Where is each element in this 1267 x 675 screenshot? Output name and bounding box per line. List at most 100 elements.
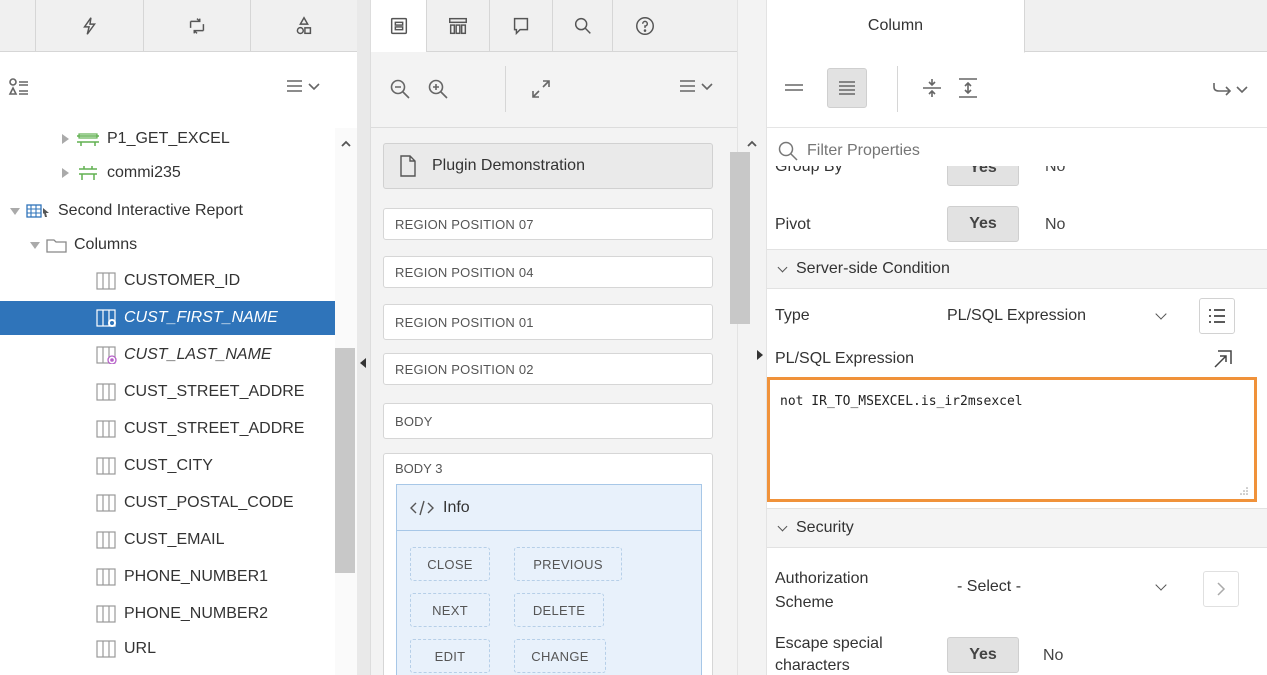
list-of-values-button[interactable] (1199, 298, 1235, 334)
tab-messages[interactable] (490, 0, 553, 51)
sort-button[interactable] (8, 76, 30, 98)
show-common-button[interactable] (783, 78, 805, 98)
tree-item-column[interactable]: CUST_STREET_ADDRE (0, 412, 340, 446)
close-button[interactable]: CLOSE (410, 547, 490, 581)
tree-item-column[interactable]: PHONE_NUMBER1 (0, 560, 340, 594)
pivot-no-button[interactable]: No (1045, 216, 1065, 234)
zoom-in-button[interactable] (427, 78, 449, 100)
go-to-group-button[interactable] (1211, 80, 1249, 98)
escape-yes-button[interactable]: Yes (947, 637, 1019, 673)
menu-lines-icon (680, 80, 695, 92)
tree-item-p1-get-excel[interactable]: P1_GET_EXCEL (62, 122, 230, 156)
tree-item-label: CUST_STREET_ADDRE (124, 420, 305, 437)
expand-arrow-icon[interactable] (62, 134, 69, 144)
tab-processing[interactable] (144, 0, 251, 51)
plugin-region[interactable]: Plugin Demonstration (383, 143, 713, 189)
mid-scrollbar[interactable] (730, 0, 767, 675)
expand-arrow-icon[interactable] (62, 168, 69, 178)
region-label: BODY 3 (395, 461, 443, 476)
next-button[interactable]: NEXT (410, 593, 490, 627)
region-body[interactable]: BODY (383, 403, 713, 439)
collapse-left-icon[interactable] (360, 358, 366, 368)
authorization-scheme-select[interactable]: - Select - (957, 578, 1169, 600)
edit-button[interactable]: EDIT (410, 639, 490, 673)
region-position-01[interactable]: REGION POSITION 01 (383, 304, 713, 340)
column-condition-icon (96, 346, 117, 364)
expand-right-icon[interactable] (757, 350, 763, 360)
tab-column[interactable]: Column (767, 0, 1025, 53)
button-label: No (1043, 647, 1064, 664)
help-icon (636, 16, 654, 35)
tree-menu-button[interactable] (286, 78, 321, 94)
info-region[interactable]: Info CLOSE PREVIOUS NEXT DELETE EDIT CHA… (396, 484, 702, 675)
tab-component-view[interactable] (427, 0, 490, 51)
layout-pane: Plugin Demonstration REGION POSITION 07 … (370, 0, 737, 675)
tree-item-column-selected[interactable]: CUST_FIRST_NAME (0, 301, 340, 335)
open-code-editor-icon[interactable] (1212, 348, 1234, 370)
resize-handle-icon[interactable] (1239, 486, 1249, 496)
page-icon (400, 155, 416, 177)
region-position-02[interactable]: REGION POSITION 02 (383, 353, 713, 385)
button-label: No (1045, 166, 1066, 175)
tree-item-column[interactable]: CUST_LAST_NAME (0, 338, 340, 372)
tree-item-column[interactable]: URL (0, 632, 340, 666)
column-icon (96, 568, 116, 586)
collapse-arrow-icon[interactable] (10, 207, 20, 215)
tree-scrollbar[interactable] (335, 128, 357, 675)
tree-item-column[interactable]: CUST_EMAIL (0, 523, 340, 557)
right-toolbar (767, 52, 1267, 128)
tab-dynamic-actions[interactable] (36, 0, 144, 51)
tree-scrollbar-thumb[interactable] (335, 348, 355, 573)
plsql-expression-editor[interactable]: not IR_TO_MSEXCEL.is_ir2msexcel (767, 377, 1257, 502)
zoom-out-button[interactable] (389, 78, 411, 100)
tree-item-second-interactive-report[interactable]: Second Interactive Report (10, 194, 243, 228)
section-security[interactable]: Security (767, 508, 1267, 548)
tree-item-label: CUST_STREET_ADDRE (124, 383, 305, 400)
tree-item-column[interactable]: CUSTOMER_ID (0, 264, 340, 298)
gallery-icon (449, 17, 467, 34)
tree-item-column[interactable]: CUST_CITY (0, 449, 340, 483)
expand-all-button[interactable] (957, 76, 979, 100)
pivot-yes-button[interactable]: Yes (947, 206, 1019, 242)
tree-item-label: CUSTOMER_ID (124, 272, 241, 289)
show-all-button[interactable] (827, 68, 867, 108)
tree-item-commi235[interactable]: commi235 (62, 156, 181, 190)
collapse-arrow-icon[interactable] (30, 241, 40, 249)
tree-item-columns[interactable]: Columns (30, 228, 137, 262)
shared-components-icon (296, 15, 312, 34)
mid-scrollbar-thumb[interactable] (730, 152, 750, 324)
expand-button[interactable] (529, 77, 553, 101)
tree-item-column[interactable]: CUST_STREET_ADDRE (0, 375, 340, 409)
region-position-04[interactable]: REGION POSITION 04 (383, 256, 713, 288)
filter-properties-input[interactable] (807, 142, 1107, 160)
column-icon (96, 383, 116, 401)
delete-button[interactable]: DELETE (514, 593, 604, 627)
group-by-no-button[interactable]: No (1045, 166, 1065, 176)
region-body-3[interactable]: BODY 3 Info CLOSE PREVIOUS NEXT DELETE E… (383, 453, 713, 675)
left-toolbar (0, 52, 357, 128)
tree-item-column[interactable]: PHONE_NUMBER2 (0, 597, 340, 631)
collapse-all-button[interactable] (921, 76, 943, 100)
region-position-07[interactable]: REGION POSITION 07 (383, 208, 713, 240)
tree-item-column[interactable]: CUST_POSTAL_CODE (0, 486, 340, 520)
left-splitter[interactable] (357, 0, 370, 675)
tab-search[interactable] (553, 0, 613, 51)
change-button[interactable]: CHANGE (514, 639, 606, 673)
escape-no-button[interactable]: No (1043, 647, 1063, 665)
type-select[interactable]: PL/SQL Expression (947, 307, 1167, 329)
tab-layout[interactable] (371, 0, 427, 53)
button-label: Yes (969, 215, 997, 232)
button-label: Yes (969, 646, 997, 663)
authorization-go-button[interactable] (1203, 571, 1239, 607)
previous-button[interactable]: PREVIOUS (514, 547, 622, 581)
layout-menu-button[interactable] (679, 78, 714, 94)
group-by-yes-button[interactable]: Yes (947, 166, 1019, 186)
button-label: CLOSE (427, 556, 473, 572)
lines-icon (785, 84, 803, 91)
scroll-up-icon[interactable] (335, 134, 357, 154)
section-server-side-condition[interactable]: Server-side Condition (767, 249, 1267, 289)
tab-shared-components[interactable] (251, 0, 357, 51)
scroll-up-icon[interactable] (738, 134, 766, 154)
tab-help[interactable] (613, 0, 677, 51)
toolbar-divider (505, 66, 506, 112)
